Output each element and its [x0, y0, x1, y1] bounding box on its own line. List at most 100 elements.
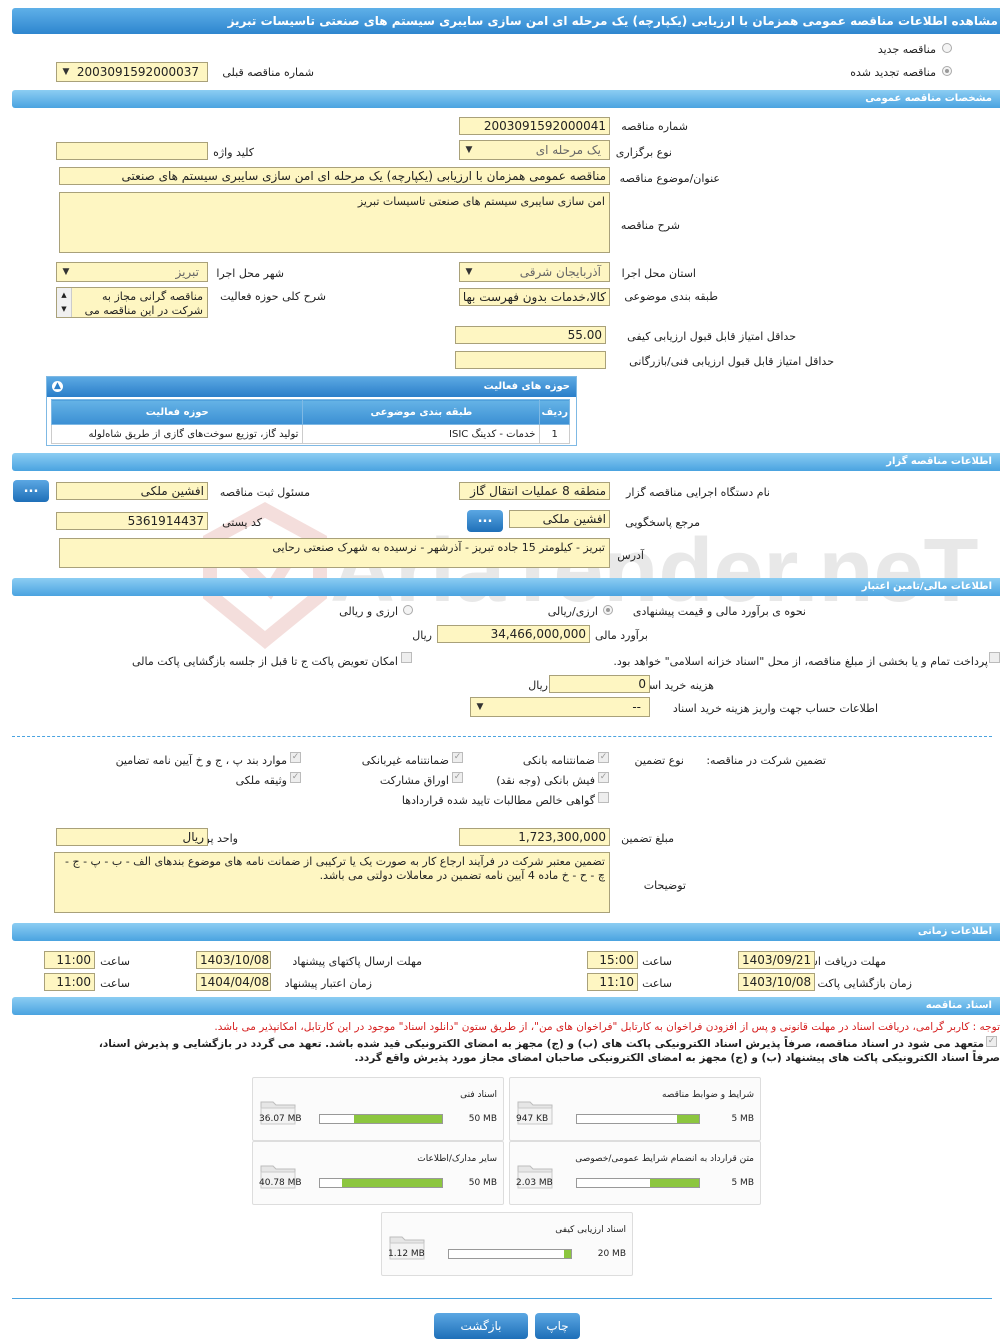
category-field[interactable]: کالا،خدمات بدون فهرست بها	[459, 288, 610, 306]
document-card[interactable]: اسناد ارزیابی کیفی 1.12 MB 20 MB	[381, 1212, 633, 1276]
registrar-field[interactable]: افشین ملکی	[56, 482, 208, 500]
address-field[interactable]: تبریز - کیلومتر 15 جاده تبریز - آذرشهر -…	[59, 538, 610, 568]
swap-envelope-label: امکان تعویض پاکت ج تا قبل از جلسه بازگشا…	[132, 655, 398, 668]
property-collateral-checkbox[interactable]: ✓	[290, 772, 301, 783]
print-button[interactable]: چاپ	[535, 1313, 580, 1339]
min-tech-field[interactable]	[455, 351, 606, 369]
holding-type-select[interactable]: یک مرحله ای ▼	[459, 140, 610, 160]
min-quality-field[interactable]: 55.00	[455, 326, 606, 344]
opening-date[interactable]: 1403/10/08	[738, 973, 815, 991]
receivables-label: گواهی خالص مطالبات تایید شده قراردادها	[401, 794, 595, 807]
document-card-title: شرایط و ضوابط مناقصه	[661, 1090, 754, 1100]
divider	[12, 1298, 992, 1299]
scrollbar[interactable]: ▲ ▼	[57, 288, 72, 317]
submit-deadline-date[interactable]: 1403/10/08	[196, 951, 271, 969]
description-label: شرح مناقصه	[620, 219, 680, 232]
subject-field[interactable]: مناقصه عمومی همزمان با ارزیابی (یکپارچه)…	[59, 167, 610, 185]
radio-rial-label: ارزی/ریالی	[547, 605, 598, 618]
document-card[interactable]: شرایط و ضوابط مناقصه 947 KB 5 MB	[509, 1077, 761, 1141]
currency-field[interactable]: ریال	[56, 828, 208, 846]
document-card-title: سایر مدارک/اطلاعات	[417, 1154, 497, 1164]
swap-envelope-checkbox[interactable]	[401, 652, 412, 663]
province-label: استان محل اجرا	[621, 267, 696, 280]
receivables-checkbox[interactable]	[598, 792, 609, 803]
postal-code-label: کد پستی	[222, 516, 262, 529]
back-button[interactable]: بازگشت	[434, 1313, 528, 1339]
collapse-icon[interactable]: ▲	[52, 381, 63, 392]
category-label: طبقه بندی موضوعی	[624, 290, 718, 303]
activity-desc-field[interactable]: مناقصه گرانی مجاز به شرکت در این مناقصه …	[56, 287, 208, 318]
guarantee-type-label: نوع تضمین	[634, 754, 684, 767]
doc-receive-date[interactable]: 1403/09/21	[738, 951, 815, 969]
holding-type-value: یک مرحله ای	[535, 143, 601, 157]
guarantee-amount-field[interactable]: 1,723,300,000	[459, 828, 610, 846]
estimate-field[interactable]: 34,466,000,000	[437, 625, 590, 643]
document-card-progress-fill	[650, 1179, 699, 1187]
doc-fee-field[interactable]: 0	[549, 675, 650, 693]
document-card-used: 1.12 MB	[388, 1249, 425, 1259]
agency-field[interactable]: منطقه 8 عملیات انتقال گاز	[459, 482, 610, 500]
doc-receive-time[interactable]: 15:00	[587, 951, 638, 969]
tender-number-field[interactable]: 2003091592000041	[459, 117, 610, 135]
guarantee-notes-label: توضیحات	[643, 879, 686, 892]
document-card[interactable]: سایر مدارک/اطلاعات 40.78 MB 50 MB	[252, 1141, 504, 1205]
document-card-max: 50 MB	[468, 1178, 497, 1188]
account-value: --	[632, 700, 641, 714]
column-header: ردیف	[539, 399, 570, 425]
document-card-progress	[448, 1249, 572, 1259]
nonbank-guarantee-checkbox[interactable]: ✓	[452, 752, 463, 763]
province-select[interactable]: آذربایجان شرقی ▼	[459, 262, 610, 282]
description-field[interactable]: امن سازی سایبری سیستم های صنعتی تاسیسات …	[59, 192, 610, 253]
keyword-field[interactable]	[56, 142, 208, 160]
estimate-method-label: نحوه ی برآورد مالی و قیمت پیشنهادی	[632, 605, 806, 618]
estimate-currency: ریال	[412, 629, 432, 642]
validity-label: زمان اعتبار پیشنهاد	[284, 977, 372, 990]
radio-renewed-label: مناقصه تجدید شده	[850, 66, 936, 79]
table-row: 1 خدمات - کدینگ ISIC تولید گاز، توزیع سو…	[50, 424, 570, 444]
opening-time[interactable]: 11:10	[587, 973, 638, 991]
column-header: حوزه فعالیت	[50, 399, 304, 425]
chevron-down-icon: ▼	[476, 702, 484, 712]
tender-number-label: شماره مناقصه	[621, 120, 688, 133]
reference-field[interactable]: افشین ملکی	[509, 510, 610, 528]
city-label: شهر محل اجرا	[216, 267, 284, 280]
activity-desc-value: مناقصه گرانی مجاز به شرکت در این مناقصه …	[84, 290, 203, 317]
documents-notice: توجه : کاربر گرامی، دریافت اسناد در مهلت…	[214, 1021, 1000, 1033]
account-select[interactable]: -- ▼	[470, 697, 650, 717]
validity-time[interactable]: 11:00	[44, 973, 95, 991]
bank-guarantee-checkbox[interactable]: ✓	[598, 752, 609, 763]
document-card-max: 20 MB	[597, 1249, 626, 1259]
postal-code-field[interactable]: 5361914437	[56, 512, 208, 530]
activities-table: ردیف طبقه بندی موضوعی حوزه فعالیت 1 خدما…	[50, 399, 570, 444]
submit-deadline-time[interactable]: 11:00	[44, 951, 95, 969]
city-select[interactable]: تبریز ▼	[56, 262, 208, 282]
radio-new-tender[interactable]	[942, 43, 952, 53]
registrar-lookup-button[interactable]: ...	[13, 480, 49, 502]
time-label: ساعت	[642, 977, 672, 990]
cash-receipt-checkbox[interactable]: ✓	[598, 772, 609, 783]
radio-rial[interactable]	[603, 605, 613, 615]
document-card-used: 947 KB	[516, 1114, 549, 1124]
nonbank-guarantee-label: ضمانتنامه غیربانکی	[361, 754, 449, 767]
activities-title: حوزه های فعالیت	[483, 381, 570, 392]
table-cell: خدمات - کدینگ ISIC	[302, 424, 541, 444]
property-collateral-label: وثیقه ملکی	[235, 774, 287, 787]
radio-renewed-tender[interactable]	[942, 66, 952, 76]
regulation-items-checkbox[interactable]: ✓	[290, 752, 301, 763]
activities-panel: حوزه های فعالیت ▲ ردیف طبقه بندی موضوعی …	[46, 376, 577, 446]
bonds-checkbox[interactable]: ✓	[452, 772, 463, 783]
commitment-checkbox[interactable]: ✓	[986, 1036, 997, 1047]
validity-date[interactable]: 1404/04/08	[196, 973, 271, 991]
submit-deadline-label: مهلت ارسال پاکتهای پیشنهاد	[292, 955, 422, 968]
guarantee-amount-label: مبلغ تضمین	[621, 832, 674, 845]
reference-lookup-button[interactable]: ...	[467, 510, 503, 532]
chevron-down-icon: ▼	[465, 145, 473, 155]
treasury-checkbox[interactable]	[989, 652, 1000, 663]
guarantee-notes-field[interactable]: تضمین معتبر شرکت در فرآیند ارجاع کار به …	[54, 852, 610, 913]
holding-type-label: نوع برگزاری	[615, 146, 672, 159]
chevron-down-icon: ▼	[62, 67, 70, 77]
radio-fx-rial[interactable]	[403, 605, 413, 615]
document-card[interactable]: متن قرارداد به انضمام شرایط عمومی/خصوصی 2…	[509, 1141, 761, 1205]
document-card[interactable]: اسناد فنی 36.07 MB 50 MB	[252, 1077, 504, 1141]
prev-number-select[interactable]: 2003091592000037 ▼	[56, 62, 208, 82]
